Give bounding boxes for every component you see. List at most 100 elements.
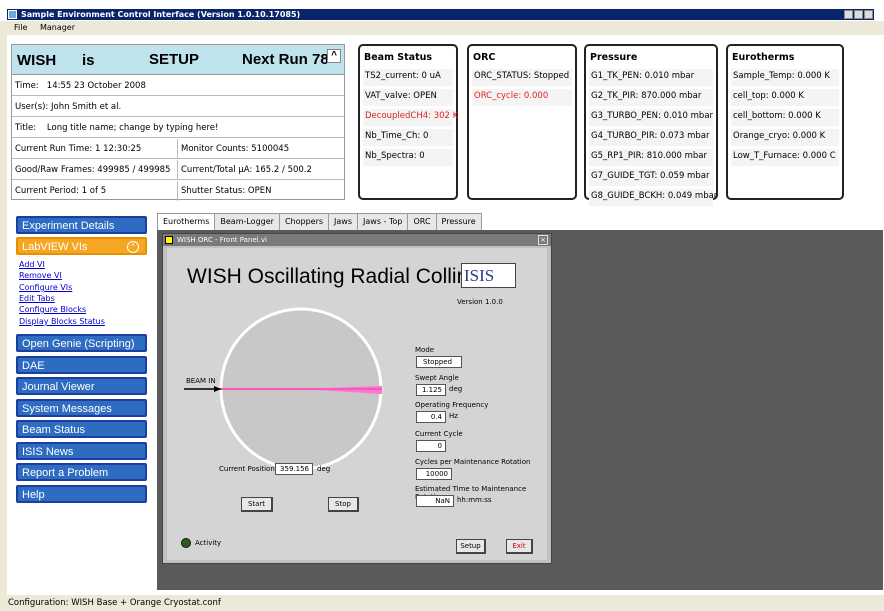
link-configure-vis[interactable]: Configure VIs <box>19 282 72 293</box>
setup-button[interactable]: Setup <box>456 539 486 554</box>
instrument-name: WISH <box>17 52 57 69</box>
current-total: Current/Total μA: 165.2 / 500.2 <box>178 160 344 180</box>
current-cycle-label: Current Cycle <box>415 430 463 438</box>
eurotherm-item: Orange_cryo: 0.000 K <box>731 129 839 146</box>
orc-header: ORC <box>473 52 496 63</box>
activity-led-icon <box>181 538 191 548</box>
menu-file[interactable]: File <box>14 23 27 32</box>
beam-in-label: BEAM IN <box>186 377 216 385</box>
window-title: Sample Environment Control Interface (Ve… <box>21 10 301 19</box>
current-position-label: Current Position <box>219 465 275 473</box>
swept-angle-value[interactable]: 1.125 <box>416 384 446 396</box>
users-row[interactable]: User(s): John Smith et al. <box>12 97 344 117</box>
nav-labview-label: LabVIEW VIs <box>22 241 88 253</box>
beam-item: Nb_Time_Ch: 0 <box>363 129 453 146</box>
close-icon[interactable] <box>864 10 873 19</box>
collapse-button[interactable]: ^ <box>327 49 341 63</box>
start-button[interactable]: Start <box>241 497 273 512</box>
nav-experiment-details[interactable]: Experiment Details <box>16 216 147 234</box>
current-position-unit: deg <box>317 465 331 473</box>
beam-status-box: Beam Status TS2_current: 0 uA VAT_valve:… <box>358 44 458 200</box>
link-add-vi[interactable]: Add VI <box>19 259 45 270</box>
collapse-icon[interactable]: ^ <box>127 241 139 253</box>
beam-item: VAT_valve: OPEN <box>363 89 453 106</box>
menu-bar: File Manager <box>0 21 884 35</box>
pressure-item: G5_RP1_PIR: 810.000 mbar <box>589 149 713 166</box>
nav-system-messages[interactable]: System Messages <box>16 399 147 417</box>
swept-angle-label: Swept Angle <box>415 374 459 382</box>
frequency-label: Operating Frequency <box>415 401 489 409</box>
collimator-dial <box>184 307 383 471</box>
labview-icon <box>165 236 173 244</box>
pressure-box: Pressure G1_TK_PEN: 0.010 mbar G2_TK_PIR… <box>584 44 718 206</box>
frequency-value[interactable]: 0.4 <box>416 411 446 423</box>
exit-button[interactable]: Exit <box>506 539 533 554</box>
orc-version: Version 1.0.0 <box>457 298 503 306</box>
eurotherm-item: Sample_Temp: 0.000 K <box>731 69 839 86</box>
tab-orc[interactable]: ORC <box>407 213 437 230</box>
nav-beam-status[interactable]: Beam Status <box>16 420 147 438</box>
title-row: Title: Long title name; change by typing… <box>12 118 344 138</box>
vi-tabs: Eurotherms Beam-Logger Choppers Jaws Jaw… <box>157 213 482 230</box>
orc-item: ORC_cycle: 0.000 <box>472 89 572 106</box>
frames: Good/Raw Frames: 499985 / 499985 <box>12 160 178 180</box>
pressure-item: G1_TK_PEN: 0.010 mbar <box>589 69 713 86</box>
nav-labview-vis[interactable]: LabVIEW VIs ^ <box>16 237 147 255</box>
current-cycle-value: 0 <box>416 440 446 452</box>
estimated-time-value: NaN <box>416 495 454 507</box>
next-run: Next Run 78 <box>242 51 329 68</box>
tab-pressure[interactable]: Pressure <box>435 213 482 230</box>
current-period: Current Period: 1 of 5 <box>12 181 178 201</box>
eurotherm-item: Low_T_Furnace: 0.000 C <box>731 149 839 166</box>
run-state: SETUP <box>149 51 200 68</box>
tab-beam-logger[interactable]: Beam-Logger <box>214 213 280 230</box>
close-icon[interactable]: × <box>538 235 548 245</box>
eurotherms-box: Eurotherms Sample_Temp: 0.000 K cell_top… <box>726 44 844 200</box>
menu-manager[interactable]: Manager <box>40 23 75 32</box>
shutter-status: Shutter Status: OPEN <box>181 186 272 196</box>
tab-jaws-top[interactable]: Jaws - Top <box>357 213 409 230</box>
monitor-counts: Monitor Counts: 5100045 <box>178 139 344 159</box>
orc-panel-body: WISH Oscillating Radial Collimator ISIS … <box>167 248 547 560</box>
link-display-blocks-status[interactable]: Display Blocks Status <box>19 316 105 327</box>
nav-report-problem[interactable]: Report a Problem <box>16 463 147 481</box>
orc-window-titlebar: WISH ORC - Front Panel.vi × <box>163 234 551 246</box>
orc-box: ORC ORC_STATUS: Stopped ORC_cycle: 0.000 <box>467 44 577 200</box>
nav-open-genie[interactable]: Open Genie (Scripting) <box>16 334 147 352</box>
time-value: 14:55 23 October 2008 <box>46 81 146 91</box>
mode-label: Mode <box>415 346 435 354</box>
mode-value: Stopped <box>416 356 462 368</box>
pressure-item: G4_TURBO_PIR: 0.073 mbar <box>589 129 713 146</box>
link-remove-vi[interactable]: Remove VI <box>19 270 62 281</box>
window-titlebar: Sample Environment Control Interface (Ve… <box>0 0 884 21</box>
minimize-icon[interactable] <box>844 10 853 19</box>
tab-jaws[interactable]: Jaws <box>328 213 359 230</box>
tab-eurotherms[interactable]: Eurotherms <box>157 213 216 230</box>
beam-status-header: Beam Status <box>364 52 433 63</box>
pressure-header: Pressure <box>590 52 638 63</box>
stop-button[interactable]: Stop <box>328 497 359 512</box>
link-edit-tabs[interactable]: Edit Tabs <box>19 293 55 304</box>
maximize-icon[interactable] <box>854 10 863 19</box>
pressure-item: G8_GUIDE_BCKH: 0.049 mbar <box>589 189 717 206</box>
pressure-item: G3_TURBO_PEN: 0.010 mbar <box>589 109 713 126</box>
nav-help[interactable]: Help <box>16 485 147 503</box>
eurotherm-item: cell_top: 0.000 K <box>731 89 839 106</box>
frequency-unit: Hz <box>449 412 458 420</box>
time-label: Time: <box>15 81 39 91</box>
beam-item: DecoupledCH4: 302 K <box>363 109 458 126</box>
eurotherm-item: cell_bottom: 0.000 K <box>731 109 839 126</box>
pressure-item: G2_TK_PIR: 870.000 mbar <box>589 89 713 106</box>
estimated-time-unit: hh:mm:ss <box>457 496 492 504</box>
time-row: Time: 14:55 23 October 2008 <box>12 76 344 96</box>
link-configure-blocks[interactable]: Configure Blocks <box>19 304 86 315</box>
beam-item: TS2_current: 0 uA <box>363 69 453 86</box>
nav-dae[interactable]: DAE <box>16 356 147 374</box>
nav-isis-news[interactable]: ISIS News <box>16 442 147 460</box>
nav-journal-viewer[interactable]: Journal Viewer <box>16 377 147 395</box>
cycles-per-maintenance-value[interactable]: 10000 <box>416 468 452 480</box>
orc-item: ORC_STATUS: Stopped <box>472 69 572 86</box>
tab-choppers[interactable]: Choppers <box>278 213 330 230</box>
orc-front-panel-window: WISH ORC - Front Panel.vi × WISH Oscilla… <box>162 233 552 564</box>
title-input[interactable]: Long title name; change by typing here! <box>47 123 219 133</box>
